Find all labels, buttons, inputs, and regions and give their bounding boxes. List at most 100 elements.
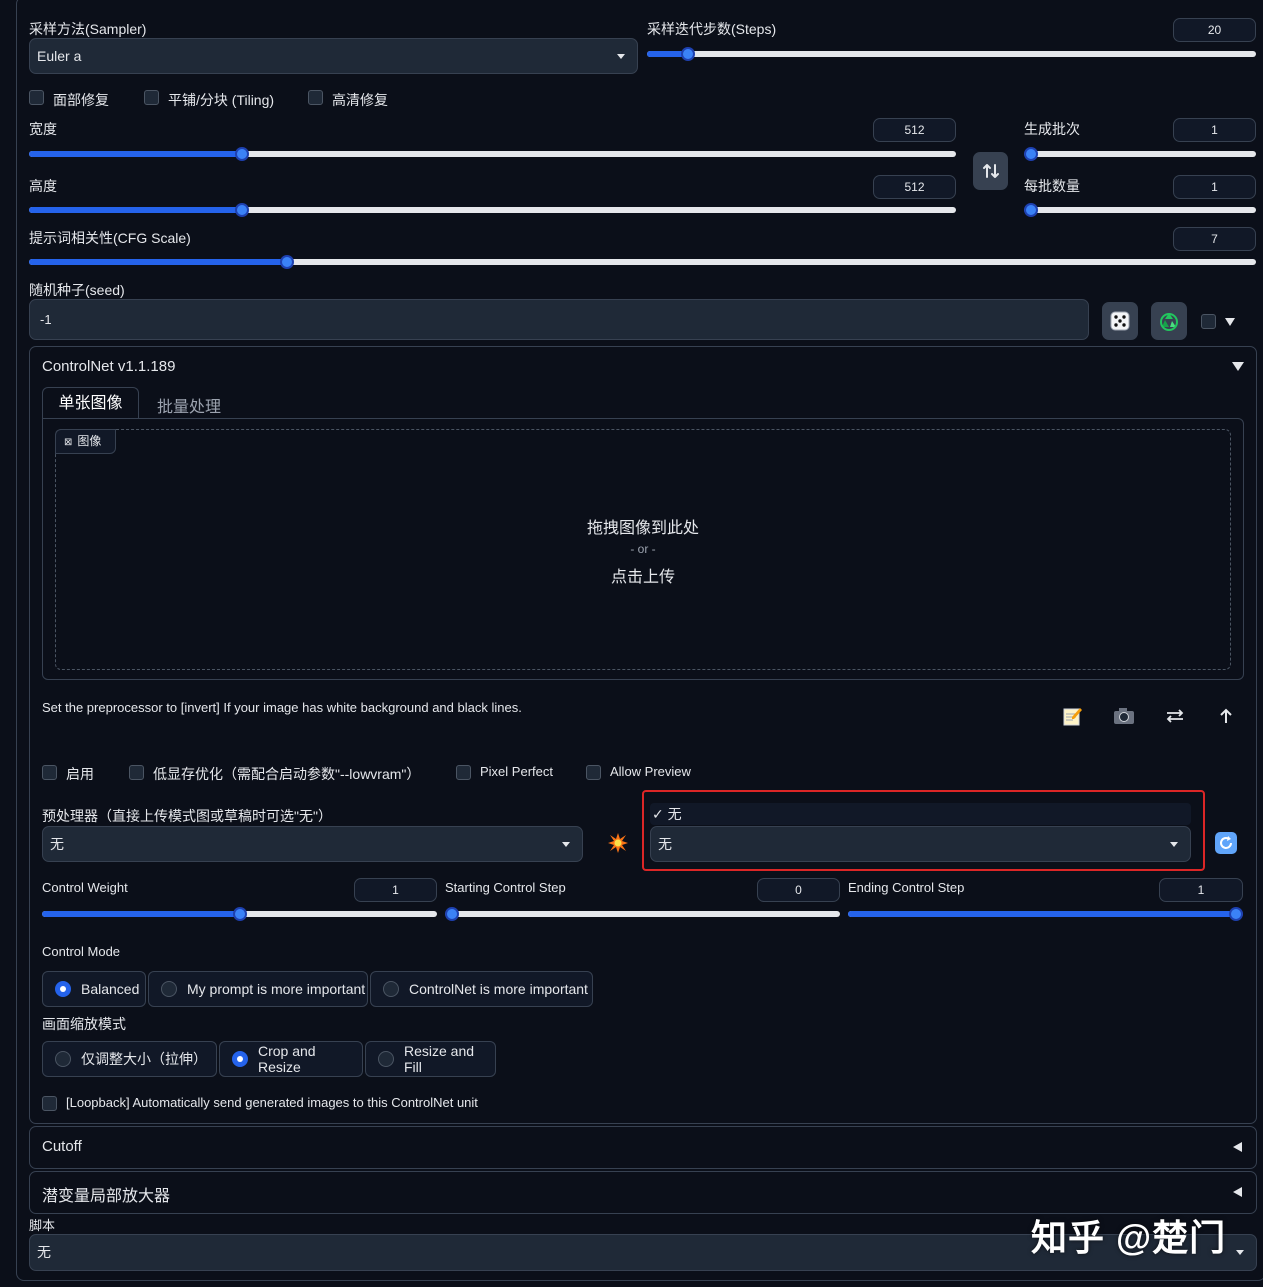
loopback-checkbox[interactable]	[42, 1096, 57, 1111]
control-weight-input[interactable]: 1	[354, 878, 437, 902]
width-input[interactable]: 512	[873, 118, 956, 142]
batch-count-slider[interactable]	[1024, 146, 1256, 162]
chevron-down-icon	[1170, 842, 1178, 847]
run-preprocessor-button[interactable]	[607, 832, 629, 857]
random-seed-button[interactable]	[1102, 302, 1138, 340]
recycle-icon	[1160, 313, 1178, 331]
face-restore-label: 面部修复	[53, 92, 109, 108]
width-slider[interactable]	[29, 146, 956, 162]
image-label-badge: ⊠ 图像	[55, 429, 116, 454]
drop-text: 拖拽图像到此处	[586, 520, 699, 537]
resize-mode-fill[interactable]: Resize and Fill	[365, 1041, 496, 1077]
start-step-label: Starting Control Step	[445, 880, 566, 895]
tab-batch[interactable]: 批量处理	[157, 393, 221, 417]
start-step-slider[interactable]	[445, 906, 840, 922]
batch-size-label: 每批数量	[1024, 178, 1080, 194]
cutoff-section[interactable]	[29, 1126, 1257, 1169]
chevron-down-icon	[1232, 362, 1244, 371]
resize-mode-label-text: Resize and Fill	[404, 1043, 475, 1075]
end-step-input[interactable]: 1	[1159, 878, 1243, 902]
batch-size-slider[interactable]	[1024, 202, 1256, 218]
image-icon: ⊠	[64, 437, 73, 448]
resize-mode-crop[interactable]: Crop and Resize	[219, 1041, 363, 1077]
extra-seed-checkbox[interactable]	[1201, 314, 1216, 329]
batch-count-input[interactable]: 1	[1173, 118, 1256, 142]
control-weight-slider[interactable]	[42, 906, 437, 922]
swap-dimensions-button[interactable]	[973, 152, 1008, 190]
control-mode-label-text: Balanced	[81, 981, 140, 997]
edit-canvas-button[interactable]	[1061, 705, 1083, 730]
sampler-label: 采样方法(Sampler)	[29, 21, 147, 37]
batch-count-label: 生成批次	[1024, 121, 1080, 137]
allow-preview-label: Allow Preview	[610, 764, 691, 779]
tiling-label: 平铺/分块 (Tiling)	[168, 92, 275, 108]
enable-checkbox[interactable]	[42, 765, 57, 780]
swap-icon	[982, 164, 999, 178]
preprocessor-select[interactable]: 无	[42, 826, 583, 862]
resize-mode-just-resize[interactable]: 仅调整大小（拉伸）	[42, 1041, 217, 1077]
explosion-icon	[608, 833, 628, 853]
extra-seed-toggle[interactable]	[1225, 318, 1235, 326]
cfg-input[interactable]: 7	[1173, 227, 1256, 251]
watermark: 知乎 @楚门	[1031, 1217, 1227, 1258]
tab-single-image[interactable]: 单张图像	[42, 387, 139, 419]
pixel-perfect-label: Pixel Perfect	[480, 764, 553, 779]
swap-horizontal-icon	[1166, 709, 1184, 723]
steps-label: 采样迭代步数(Steps)	[647, 21, 777, 37]
sampler-select[interactable]: Euler a	[29, 38, 638, 74]
model-dropdown-option[interactable]: ✓ 无	[650, 803, 1191, 825]
pixel-perfect-checkbox[interactable]	[456, 765, 471, 780]
camera-icon	[1114, 708, 1134, 724]
control-mode-label-text: My prompt is more important	[187, 981, 366, 997]
chevron-down-icon	[1236, 1250, 1244, 1255]
control-mode-balanced[interactable]: Balanced	[42, 971, 146, 1007]
resize-mode-label-text: 仅调整大小（拉伸）	[81, 1051, 207, 1067]
start-step-input[interactable]: 0	[757, 878, 840, 902]
image-label: 图像	[77, 434, 102, 448]
script-value: 无	[37, 1244, 51, 1260]
face-restore-checkbox[interactable]	[29, 90, 44, 105]
end-step-slider[interactable]	[848, 906, 1243, 922]
height-label: 高度	[29, 178, 57, 194]
radio-selected-icon	[232, 1051, 248, 1067]
controlnet-collapse-toggle[interactable]	[1232, 362, 1244, 371]
seed-input[interactable]: -1	[29, 299, 1089, 340]
hires-fix-label: 高清修复	[332, 92, 388, 108]
radio-icon	[161, 981, 177, 997]
cfg-slider[interactable]	[29, 254, 1256, 270]
send-dimensions-button[interactable]	[1217, 706, 1235, 729]
reuse-seed-button[interactable]	[1151, 302, 1187, 340]
allow-preview-checkbox[interactable]	[586, 765, 601, 780]
refresh-icon	[1220, 836, 1232, 849]
steps-input[interactable]: 20	[1173, 18, 1256, 42]
control-mode-label: Control Mode	[42, 944, 121, 959]
mirror-webcam-button[interactable]	[1165, 707, 1185, 728]
radio-icon	[55, 1051, 71, 1067]
control-mode-controlnet[interactable]: ControlNet is more important	[370, 971, 593, 1007]
control-mode-label-text: ControlNet is more important	[409, 981, 588, 997]
refresh-models-button[interactable]	[1215, 832, 1237, 854]
preprocessor-hint: Set the preprocessor to [invert] If your…	[42, 700, 522, 715]
control-mode-prompt[interactable]: My prompt is more important	[148, 971, 368, 1007]
model-select[interactable]: 无	[650, 826, 1191, 862]
chevron-down-icon	[617, 54, 625, 59]
tiled-upscaler-section[interactable]	[29, 1171, 1257, 1214]
hires-fix-checkbox[interactable]	[308, 90, 323, 105]
webcam-button[interactable]	[1113, 706, 1135, 729]
cutoff-title: Cutoff	[42, 1138, 82, 1155]
resize-mode-label: 画面缩放模式	[42, 1016, 126, 1032]
script-label: 脚本	[29, 1218, 56, 1233]
tiling-checkbox[interactable]	[144, 90, 159, 105]
height-slider[interactable]	[29, 202, 956, 218]
radio-selected-icon	[55, 981, 71, 997]
chevron-left-icon	[1233, 1142, 1242, 1152]
lowvram-checkbox[interactable]	[129, 765, 144, 780]
chevron-left-icon	[1233, 1187, 1242, 1197]
model-value: 无	[658, 836, 672, 852]
height-input[interactable]: 512	[873, 175, 956, 199]
preprocessor-label: 预处理器（直接上传模式图或草稿时可选"无"）	[42, 808, 332, 824]
batch-size-input[interactable]: 1	[1173, 175, 1256, 199]
dice-icon	[1110, 311, 1130, 331]
steps-slider[interactable]	[647, 46, 1256, 62]
control-weight-label: Control Weight	[42, 880, 128, 895]
